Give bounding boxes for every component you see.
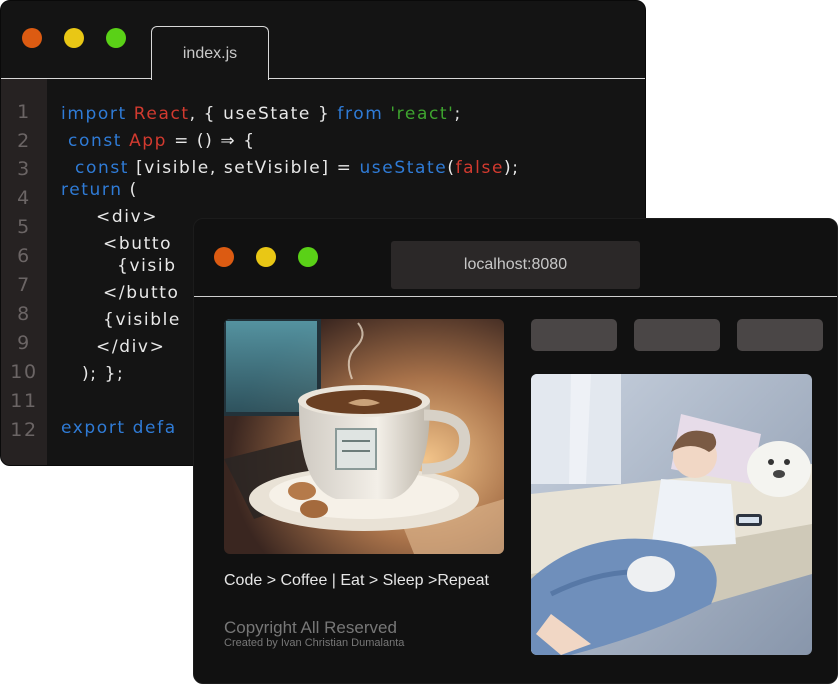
nav-button-1[interactable] <box>531 319 617 351</box>
toolbar-divider <box>194 296 837 297</box>
tagline: Code > Coffee | Eat > Sleep >Repeat <box>224 572 489 589</box>
line-number: 11 <box>10 390 38 412</box>
code-line-10: </div> <box>61 337 166 357</box>
line-number: 8 <box>17 303 31 325</box>
credit-text: Created by Ivan Christian Dumalanta <box>224 637 405 649</box>
browser-window: localhost:8080 Code > Coffee | Eat > Sle… <box>193 218 838 684</box>
nav-button-2[interactable] <box>634 319 720 351</box>
keyword-token: import <box>61 104 134 124</box>
keyword-token: from <box>337 104 391 124</box>
code-token: ( <box>122 180 138 200</box>
identifier-token: React <box>133 104 190 124</box>
code-token: [visible, setVisible] = <box>136 158 360 178</box>
code-line-3: const [visible, setVisible] = useState(f… <box>61 158 520 178</box>
code-line-12: export defa <box>61 418 177 438</box>
string-token: 'react' <box>390 104 455 124</box>
keyword-token: const <box>61 158 137 178</box>
keyword-token: const <box>61 131 130 151</box>
nav-button-3[interactable] <box>737 319 823 351</box>
literal-token: false <box>455 158 505 178</box>
line-number: 4 <box>17 187 31 209</box>
line-number: 3 <box>17 158 31 180</box>
function-token: useState <box>359 158 448 178</box>
minimize-window-button[interactable] <box>256 247 276 267</box>
code-line-7: {visib <box>61 256 177 276</box>
line-number: 5 <box>17 216 31 238</box>
tab-index-js[interactable]: index.js <box>151 26 269 80</box>
code-token: ; <box>454 104 462 124</box>
code-token: ( <box>447 158 456 178</box>
line-number: 2 <box>17 130 31 152</box>
line-number: 10 <box>10 361 38 383</box>
keyword-token: return <box>61 180 123 200</box>
code-line-11: ); }; <box>61 364 125 384</box>
code-line-2: const App = () ⇒ { <box>61 131 256 151</box>
code-line-9: {visible <box>61 310 181 330</box>
code-line-8: </butto <box>61 283 180 303</box>
copyright-text: Copyright All Reserved <box>224 618 397 637</box>
coffee-cup-image <box>224 319 504 554</box>
line-number: 7 <box>17 274 31 296</box>
code-line-6: <butto <box>61 234 173 254</box>
code-token: ); <box>504 158 520 178</box>
maximize-window-button[interactable] <box>298 247 318 267</box>
address-bar[interactable]: localhost:8080 <box>391 241 640 289</box>
code-line-1: import React, { useState } from 'react'; <box>61 104 462 124</box>
identifier-token: App <box>129 131 168 151</box>
sleeping-boy-image <box>531 374 812 655</box>
line-number: 1 <box>17 101 31 123</box>
line-number: 12 <box>10 419 38 441</box>
code-line-4: return ( <box>61 180 138 200</box>
code-token: , { useState } <box>189 104 338 124</box>
line-number: 9 <box>17 332 31 354</box>
close-window-button[interactable] <box>214 247 234 267</box>
code-line-5: <div> <box>61 207 159 227</box>
code-token: = () ⇒ { <box>167 131 256 151</box>
line-number: 6 <box>17 245 31 267</box>
